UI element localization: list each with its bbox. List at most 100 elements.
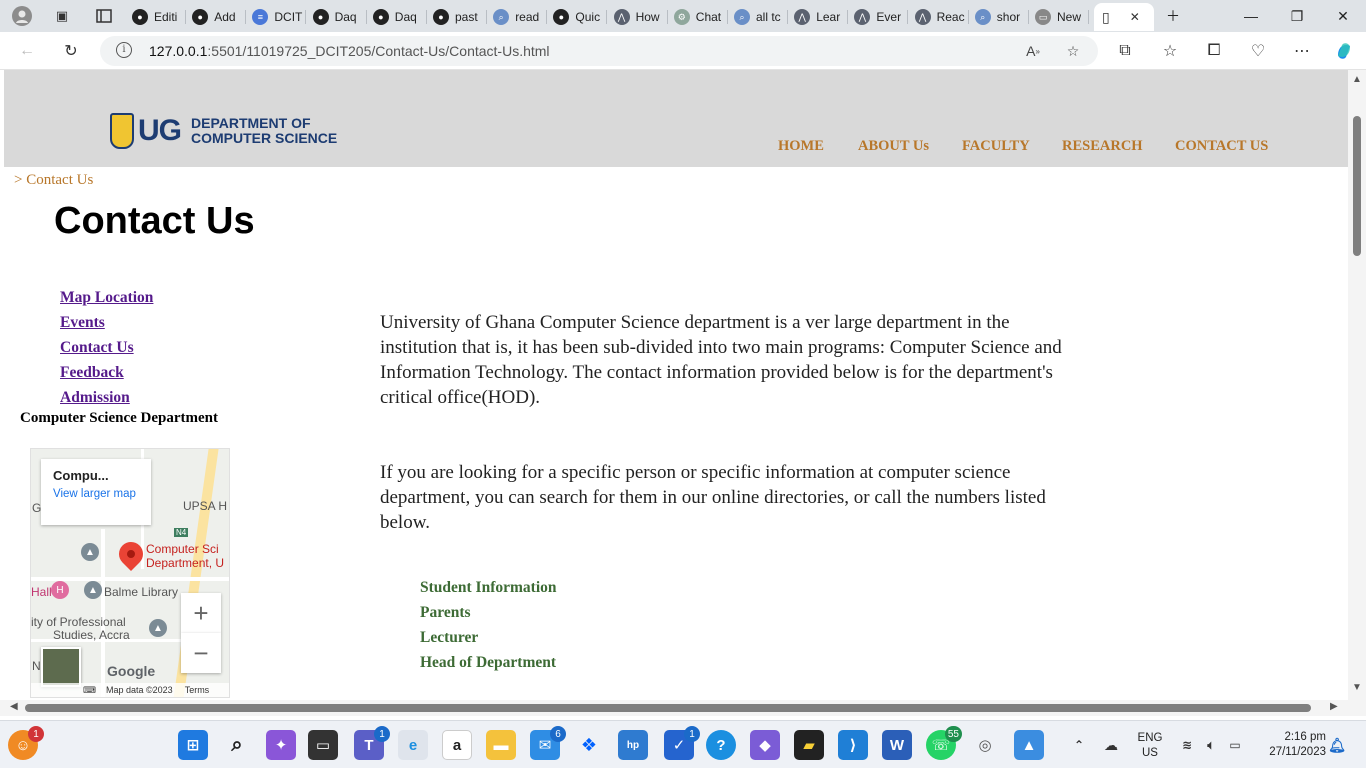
task-view-icon[interactable]: ▭ bbox=[308, 730, 338, 760]
show-hidden-icons-chevron-icon[interactable]: ⌃ bbox=[1064, 730, 1094, 760]
network-app-icon[interactable]: ◎ bbox=[970, 730, 1000, 760]
contact-head-of-department[interactable]: Head of Department bbox=[420, 654, 556, 672]
contact-parents[interactable]: Parents bbox=[420, 604, 471, 622]
library-poi-icon[interactable]: ▲ bbox=[84, 581, 102, 599]
breadcrumb[interactable]: > Contact Us bbox=[14, 172, 93, 189]
myhp-icon[interactable]: hp bbox=[618, 730, 648, 760]
keyboard-shortcuts-icon[interactable]: ⌨ bbox=[83, 685, 96, 696]
sticky-notes-icon[interactable]: ▰ bbox=[794, 730, 824, 760]
dropbox-icon[interactable]: ❖ bbox=[574, 730, 604, 760]
map-satellite-toggle[interactable] bbox=[41, 647, 81, 687]
nav-contact-us[interactable]: CONTACT US bbox=[1175, 138, 1268, 155]
new-tab-button[interactable]: ＋ bbox=[1150, 0, 1196, 32]
todo-icon[interactable]: ✓ 1 bbox=[664, 726, 700, 760]
favorite-star-icon[interactable]: ☆ bbox=[1063, 41, 1083, 61]
browser-tab[interactable]: ⚙ Chat bbox=[670, 4, 728, 30]
scroll-up-arrow[interactable]: ▲ bbox=[1352, 74, 1362, 85]
url-text[interactable]: 127.0.0.1:5501/11019725_DCIT205/Contact-… bbox=[149, 43, 550, 59]
mail-icon[interactable]: ✉ 6 bbox=[530, 726, 566, 760]
whatsapp-icon[interactable]: ☏ 55 bbox=[926, 726, 962, 760]
profile-icon[interactable] bbox=[12, 6, 32, 26]
browser-tab[interactable]: ⌕ shor bbox=[971, 4, 1029, 30]
edge-browser-icon[interactable]: e bbox=[398, 730, 428, 760]
settings-more-icon[interactable]: ⋯ bbox=[1289, 39, 1315, 63]
link-map-location[interactable]: Map Location bbox=[60, 289, 153, 307]
map-terms-link[interactable]: Terms bbox=[185, 685, 210, 695]
nav-research[interactable]: RESEARCH bbox=[1062, 138, 1143, 155]
minimize-button[interactable]: — bbox=[1228, 0, 1274, 32]
browser-tab[interactable]: ⋀ Ever bbox=[850, 4, 909, 30]
search-icon[interactable]: ⌕ bbox=[222, 730, 252, 760]
horizontal-scroll-thumb[interactable] bbox=[25, 704, 1311, 712]
get-help-icon[interactable]: ? bbox=[706, 730, 736, 760]
vertical-scroll-thumb[interactable] bbox=[1353, 116, 1361, 256]
language-indicator[interactable]: ENG US bbox=[1134, 731, 1166, 761]
browser-tab[interactable]: ● Daq bbox=[369, 4, 427, 30]
amazon-icon[interactable]: a bbox=[442, 730, 472, 760]
copilot-icon[interactable] bbox=[1331, 39, 1357, 63]
clock[interactable]: 2:16 pm 27/11/2023 bbox=[1254, 730, 1326, 760]
refresh-button[interactable]: ↻ bbox=[58, 39, 84, 63]
scroll-right-arrow[interactable]: ▶ bbox=[1330, 701, 1338, 712]
read-aloud-icon[interactable]: A» bbox=[1023, 41, 1043, 61]
view-larger-map-link[interactable]: View larger map bbox=[53, 487, 139, 501]
browser-tab[interactable]: ● past bbox=[429, 4, 487, 30]
embedded-map[interactable]: Compu... View larger map G UPSA H N4 ▲ C… bbox=[30, 448, 230, 698]
close-tab-icon[interactable]: ✕ bbox=[1130, 10, 1140, 24]
teams-chat-icon[interactable]: T 1 bbox=[354, 726, 390, 760]
word-icon[interactable]: W bbox=[882, 730, 912, 760]
hotel-poi-icon[interactable]: H bbox=[51, 581, 69, 599]
nav-home[interactable]: HOME bbox=[778, 138, 824, 155]
notification-bell-icon[interactable]: 🔔︎ bbox=[1322, 730, 1352, 760]
browser-tab[interactable]: ⋀ How bbox=[610, 4, 668, 30]
link-admission[interactable]: Admission bbox=[60, 389, 130, 407]
split-screen-icon[interactable]: ⧉ bbox=[1112, 39, 1138, 63]
battery-icon[interactable]: ▭ bbox=[1220, 730, 1250, 760]
close-window-button[interactable]: ✕ bbox=[1320, 0, 1366, 32]
education-poi-icon[interactable]: ▲ bbox=[81, 543, 99, 561]
nav-about-us[interactable]: ABOUT Us bbox=[858, 138, 929, 155]
photos-icon[interactable]: ▲ bbox=[1014, 730, 1044, 760]
user-avatar-icon[interactable]: ☺ 1 bbox=[8, 726, 44, 760]
ug-logo[interactable]: UG DEPARTMENT OF COMPUTER SCIENCE bbox=[110, 113, 337, 149]
map-zoom-in-button[interactable]: + bbox=[181, 593, 221, 633]
start-windows-icon[interactable]: ⊞ bbox=[178, 730, 208, 760]
browser-tab[interactable]: ▭ New bbox=[1031, 4, 1089, 30]
tab-actions-icon[interactable] bbox=[94, 6, 114, 26]
site-info-icon[interactable]: i bbox=[116, 42, 132, 58]
file-explorer-icon[interactable]: ▬ bbox=[486, 730, 516, 760]
horizontal-scrollbar[interactable]: ◀ ▶ bbox=[0, 700, 1348, 716]
browser-essentials-icon[interactable]: ♡ bbox=[1245, 39, 1271, 63]
nav-faculty[interactable]: FACULTY bbox=[962, 138, 1030, 155]
favorites-icon[interactable]: ☆ bbox=[1157, 39, 1183, 63]
workspaces-icon[interactable]: ▣ bbox=[52, 6, 72, 26]
map-zoom-out-button[interactable]: − bbox=[181, 633, 221, 673]
contact-lecturer[interactable]: Lecturer bbox=[420, 629, 478, 647]
browser-tab[interactable]: ● Daq bbox=[309, 4, 367, 30]
browser-tab[interactable]: ● Quic bbox=[549, 4, 608, 30]
onedrive-icon[interactable]: ☁ bbox=[1096, 730, 1126, 760]
back-button[interactable]: ← bbox=[14, 39, 40, 63]
browser-tab[interactable]: ⌕ read bbox=[489, 4, 548, 30]
scroll-down-arrow[interactable]: ▼ bbox=[1352, 682, 1362, 693]
browser-tab[interactable]: ● Editi bbox=[128, 4, 186, 30]
link-contact-us[interactable]: Contact Us bbox=[60, 339, 134, 357]
browser-tab[interactable]: ⋀ Reac bbox=[911, 4, 969, 30]
browser-tab[interactable]: ≡ DCIT bbox=[248, 4, 307, 30]
power-automate-icon[interactable]: ◆ bbox=[750, 730, 780, 760]
browser-tab[interactable]: ⌕ all tc bbox=[730, 4, 788, 30]
collections-icon[interactable]: ⧠ bbox=[1201, 39, 1227, 63]
browser-tab[interactable]: ● Add bbox=[188, 4, 247, 30]
vscode-icon[interactable]: ⟩ bbox=[838, 730, 868, 760]
copilot-preview-icon[interactable]: ✦ bbox=[266, 730, 296, 760]
school-poi-icon[interactable]: ▲ bbox=[149, 619, 167, 637]
vertical-scrollbar[interactable]: ▲ ▼ bbox=[1348, 70, 1366, 700]
link-feedback[interactable]: Feedback bbox=[60, 364, 124, 382]
restore-button[interactable]: ❐ bbox=[1274, 0, 1320, 32]
browser-tab[interactable]: ⋀ Lear bbox=[790, 4, 849, 30]
contact-student-information[interactable]: Student Information bbox=[420, 579, 557, 597]
address-bar[interactable]: i 127.0.0.1:5501/11019725_DCIT205/Contac… bbox=[100, 36, 1098, 66]
link-events[interactable]: Events bbox=[60, 314, 105, 332]
scroll-left-arrow[interactable]: ◀ bbox=[10, 701, 18, 712]
active-browser-tab[interactable]: ▯ ✕ bbox=[1094, 3, 1154, 31]
